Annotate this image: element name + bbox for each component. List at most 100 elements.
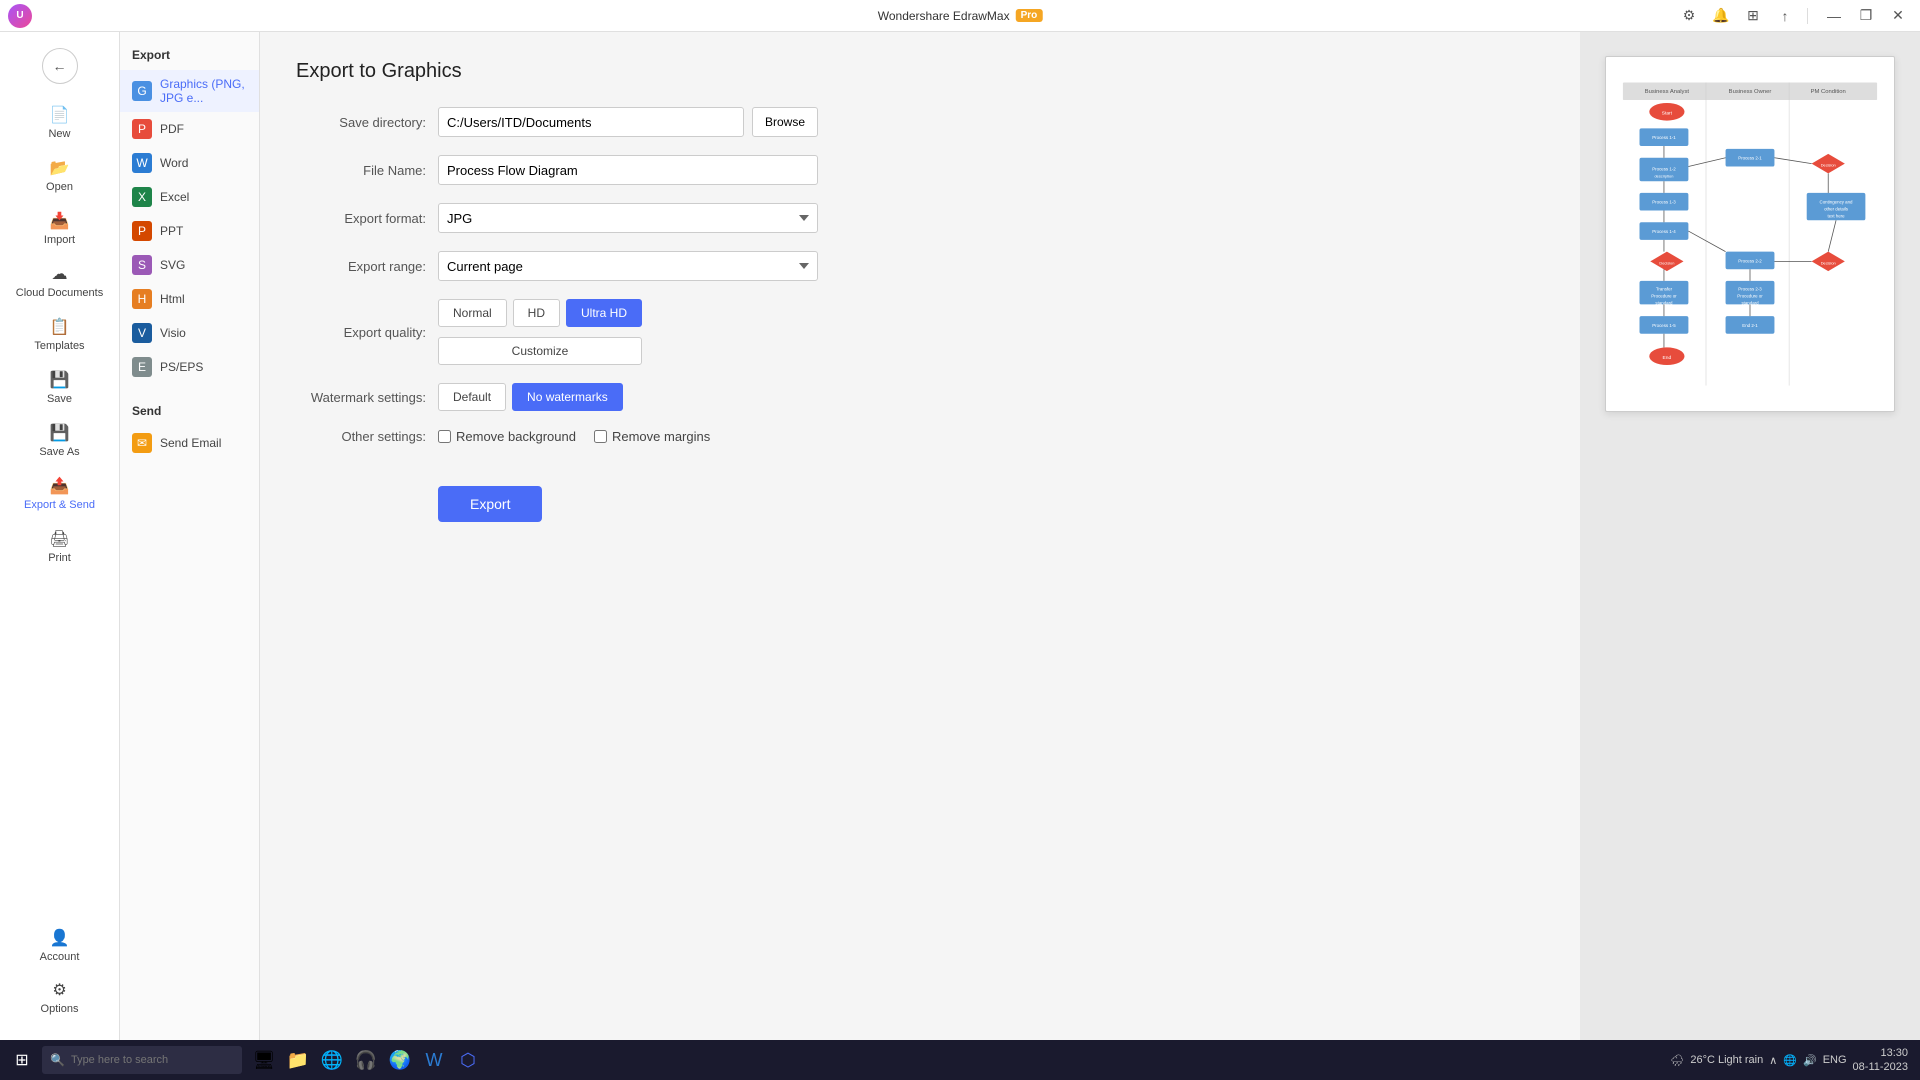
- settings-icon[interactable]: ⚙: [1675, 2, 1703, 30]
- sidebar-item-svg[interactable]: S SVG: [120, 248, 259, 282]
- nav-item-open[interactable]: 📂 Open: [6, 150, 113, 201]
- svg-icon: S: [132, 255, 152, 275]
- quality-hd-button[interactable]: HD: [513, 299, 560, 327]
- export-format-select[interactable]: JPG PNG BMP TIFF: [438, 203, 818, 233]
- graphics-label: Graphics (PNG, JPG e...: [160, 77, 247, 105]
- chevron-icon[interactable]: ∧: [1769, 1054, 1777, 1067]
- quality-ultrahd-button[interactable]: Ultra HD: [566, 299, 642, 327]
- minimize-button[interactable]: —: [1820, 2, 1848, 30]
- sidebar-item-html[interactable]: H Html: [120, 282, 259, 316]
- restore-button[interactable]: ❐: [1852, 2, 1880, 30]
- nav-item-new[interactable]: 📄 New: [6, 97, 113, 148]
- volume-icon[interactable]: 🔊: [1803, 1054, 1817, 1067]
- taskbar-app-edrawmax[interactable]: ⬡: [452, 1044, 484, 1076]
- visio-icon: V: [132, 323, 152, 343]
- file-name-label: File Name:: [296, 163, 426, 178]
- remove-margins-checkbox[interactable]: [594, 430, 607, 443]
- directory-field-group: Browse: [438, 107, 818, 137]
- sidebar-item-pseps[interactable]: E PS/EPS: [120, 350, 259, 384]
- ppt-label: PPT: [160, 224, 183, 238]
- svg-text:Process 1-2: Process 1-2: [1652, 166, 1676, 171]
- nav-item-saveas[interactable]: 💾 Save As: [6, 415, 113, 466]
- taskbar-app-headphones[interactable]: 🎧: [350, 1044, 382, 1076]
- nav-item-account[interactable]: 👤 Account: [6, 920, 113, 971]
- export-button[interactable]: Export: [438, 486, 542, 522]
- quality-group: Normal HD Ultra HD: [438, 299, 642, 327]
- nav-item-save[interactable]: 💾 Save: [6, 362, 113, 413]
- start-button[interactable]: ⊞: [4, 1042, 40, 1078]
- templates-icon: 📋: [50, 317, 70, 337]
- sidebar-item-excel[interactable]: X Excel: [120, 180, 259, 214]
- export-section-title: Export: [120, 44, 259, 70]
- taskbar-app-explorer[interactable]: 🖥: [248, 1044, 280, 1076]
- taskbar-app-folder[interactable]: 📁: [282, 1044, 314, 1076]
- nav-item-print[interactable]: 🖨 Print: [6, 521, 113, 572]
- sidebar-item-word[interactable]: W Word: [120, 146, 259, 180]
- visio-label: Visio: [160, 326, 186, 340]
- nav-item-templates[interactable]: 📋 Templates: [6, 309, 113, 360]
- quality-normal-button[interactable]: Normal: [438, 299, 507, 327]
- watermark-default-button[interactable]: Default: [438, 383, 506, 411]
- taskbar-time: 13:30 08-11-2023: [1853, 1046, 1908, 1075]
- customize-button[interactable]: Customize: [438, 337, 642, 365]
- pdf-icon: P: [132, 119, 152, 139]
- nav-item-options[interactable]: ⚙ Options: [6, 972, 113, 1023]
- sidebar-item-pdf[interactable]: P PDF: [120, 112, 259, 146]
- svg-text:Process 2-1: Process 2-1: [1738, 156, 1762, 161]
- send-section-title: Send: [120, 400, 259, 426]
- remove-background-label[interactable]: Remove background: [438, 429, 576, 444]
- back-button[interactable]: ←: [42, 48, 78, 84]
- nav-item-cloud[interactable]: ☁ Cloud Documents: [6, 256, 113, 307]
- save-directory-label: Save directory:: [296, 115, 426, 130]
- export-range-select[interactable]: Current page All pages Selected objects: [438, 251, 818, 281]
- options-icon: ⚙: [52, 980, 66, 1000]
- svg-text:text here: text here: [1827, 213, 1845, 218]
- svg-text:Process 2-2: Process 2-2: [1738, 258, 1762, 263]
- new-icon: 📄: [50, 105, 70, 125]
- sidebar-item-visio[interactable]: V Visio: [120, 316, 259, 350]
- taskbar-app-word[interactable]: W: [418, 1044, 450, 1076]
- grid-icon[interactable]: ⊞: [1739, 2, 1767, 30]
- close-button[interactable]: ✕: [1884, 2, 1912, 30]
- svg-text:Decision: Decision: [1659, 260, 1674, 265]
- titlebar: U Wondershare EdrawMax Pro ⚙ 🔔 ⊞ ↑ — ❐ ✕: [0, 0, 1920, 32]
- watermark-row: Watermark settings: Default No watermark…: [296, 383, 1544, 411]
- app-title: Wondershare EdrawMax: [878, 9, 1010, 23]
- watermark-none-button[interactable]: No watermarks: [512, 383, 623, 411]
- sidebar-item-email[interactable]: ✉ Send Email: [120, 426, 259, 460]
- file-name-field: [438, 155, 818, 185]
- saveas-icon: 💾: [50, 423, 70, 443]
- nav-item-export[interactable]: 📤 Export & Send: [6, 468, 113, 519]
- remove-background-checkbox[interactable]: [438, 430, 451, 443]
- file-name-input[interactable]: [438, 155, 818, 185]
- share-icon[interactable]: ↑: [1771, 2, 1799, 30]
- nav-item-import[interactable]: 📥 Import: [6, 203, 113, 254]
- sidebar-item-graphics[interactable]: G Graphics (PNG, JPG e...: [120, 70, 259, 112]
- taskbar-app-edge[interactable]: 🌐: [316, 1044, 348, 1076]
- open-icon: 📂: [50, 158, 70, 178]
- browse-button[interactable]: Browse: [752, 107, 818, 137]
- pro-badge: Pro: [1016, 9, 1043, 22]
- svg-label: SVG: [160, 258, 185, 272]
- svg-text:Process 2-3: Process 2-3: [1738, 287, 1762, 292]
- email-icon: ✉: [132, 433, 152, 453]
- sidebar-item-ppt[interactable]: P PPT: [120, 214, 259, 248]
- export-range-field: Current page All pages Selected objects: [438, 251, 818, 281]
- pseps-icon: E: [132, 357, 152, 377]
- save-directory-input[interactable]: [438, 107, 744, 137]
- remove-margins-label[interactable]: Remove margins: [594, 429, 710, 444]
- taskbar-app-chrome[interactable]: 🌍: [384, 1044, 416, 1076]
- pseps-label: PS/EPS: [160, 360, 203, 374]
- save-icon: 💾: [50, 370, 70, 390]
- html-label: Html: [160, 292, 185, 306]
- network-icon[interactable]: 🌐: [1783, 1054, 1797, 1067]
- graphics-icon: G: [132, 81, 152, 101]
- taskbar-search-input[interactable]: [71, 1054, 231, 1066]
- other-settings-group: Remove background Remove margins: [438, 429, 710, 444]
- svg-text:Process 1-5: Process 1-5: [1652, 323, 1676, 328]
- svg-text:Process 1-4: Process 1-4: [1652, 229, 1676, 234]
- svg-text:Decision: Decision: [1821, 163, 1836, 168]
- taskbar-search[interactable]: 🔍: [42, 1046, 242, 1074]
- avatar[interactable]: U: [8, 4, 32, 28]
- notification-icon[interactable]: 🔔: [1707, 2, 1735, 30]
